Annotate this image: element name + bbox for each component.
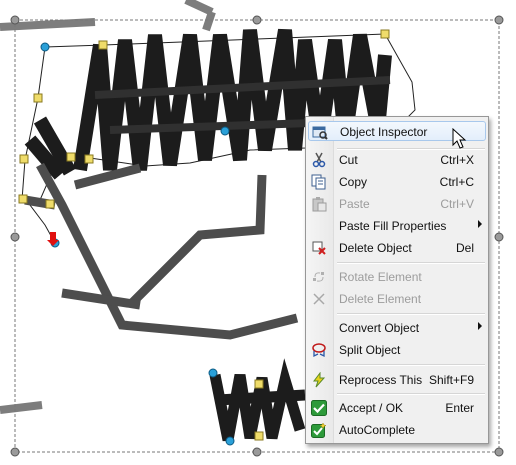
menu-separator xyxy=(337,393,485,395)
menu-item-label: Delete Object xyxy=(339,241,412,255)
menu-item-shortcut: Ctrl+X xyxy=(440,153,474,167)
split-object-icon xyxy=(310,341,328,359)
menu-item-delete-object[interactable]: Delete Object Del xyxy=(308,238,486,258)
menu-item-label: Paste xyxy=(339,197,370,211)
menu-item-shortcut: Ctrl+C xyxy=(439,175,474,189)
rotate-element-icon xyxy=(310,268,328,286)
menu-item-autocomplete[interactable]: AutoComplete xyxy=(308,420,486,440)
menu-item-split-object[interactable]: Split Object xyxy=(308,340,486,360)
menu-item-shortcut: Del xyxy=(455,241,474,255)
menu-item-copy[interactable]: Copy Ctrl+C xyxy=(308,172,486,192)
menu-item-label: Convert Object xyxy=(339,321,420,335)
menu-item-cut[interactable]: Cut Ctrl+X xyxy=(308,150,486,170)
menu-item-label: Rotate Element xyxy=(339,270,422,284)
menu-item-accept-ok[interactable]: Accept / OK Enter xyxy=(308,398,486,418)
lightning-icon xyxy=(310,371,328,389)
menu-separator xyxy=(337,262,485,264)
menu-item-convert-object[interactable]: Convert Object xyxy=(308,318,486,338)
menu-item-label: Reprocess This xyxy=(339,373,423,387)
menu-item-shortcut: Enter xyxy=(445,401,474,415)
menu-item-label: Paste Fill Properties xyxy=(339,219,447,233)
checkmark-icon xyxy=(310,399,328,417)
menu-item-shortcut: Shift+F9 xyxy=(428,373,474,387)
inspector-icon xyxy=(311,123,329,141)
gray-strokes xyxy=(24,162,299,340)
menu-item-label: Copy xyxy=(339,175,368,189)
menu-item-delete-element[interactable]: Delete Element xyxy=(308,289,486,309)
delete-object-icon xyxy=(310,239,328,257)
context-menu: Object Inspector Cut Ctrl+X Copy Ctrl+C Paste… xyxy=(305,116,489,444)
menu-item-label: Delete Element xyxy=(339,292,422,306)
menu-item-label: Split Object xyxy=(339,343,401,357)
empty-icon-slot xyxy=(310,319,328,337)
paste-icon xyxy=(310,195,328,213)
menu-separator xyxy=(337,364,485,366)
menu-item-rotate-element[interactable]: Rotate Element xyxy=(308,267,486,287)
menu-item-label: Accept / OK xyxy=(339,401,404,415)
menu-item-label: AutoComplete xyxy=(339,423,416,437)
autocomplete-icon xyxy=(310,421,328,439)
delete-element-icon xyxy=(310,290,328,308)
copy-icon xyxy=(310,173,328,191)
menu-item-shortcut: Ctrl+V xyxy=(440,197,474,211)
menu-item-paste-fill-properties[interactable]: Paste Fill Properties xyxy=(308,216,486,236)
menu-item-paste[interactable]: Paste Ctrl+V xyxy=(308,194,486,214)
menu-item-label: Cut xyxy=(339,153,358,167)
mouse-cursor-icon xyxy=(452,128,467,149)
menu-item-reprocess-this[interactable]: Reprocess This Shift+F9 xyxy=(308,370,486,390)
empty-icon-slot xyxy=(310,217,328,235)
submenu-arrow-icon xyxy=(478,220,482,228)
menu-item-label: Object Inspector xyxy=(340,125,428,139)
submenu-arrow-icon xyxy=(478,322,482,330)
menu-separator xyxy=(337,313,485,315)
scissors-icon xyxy=(310,151,328,169)
